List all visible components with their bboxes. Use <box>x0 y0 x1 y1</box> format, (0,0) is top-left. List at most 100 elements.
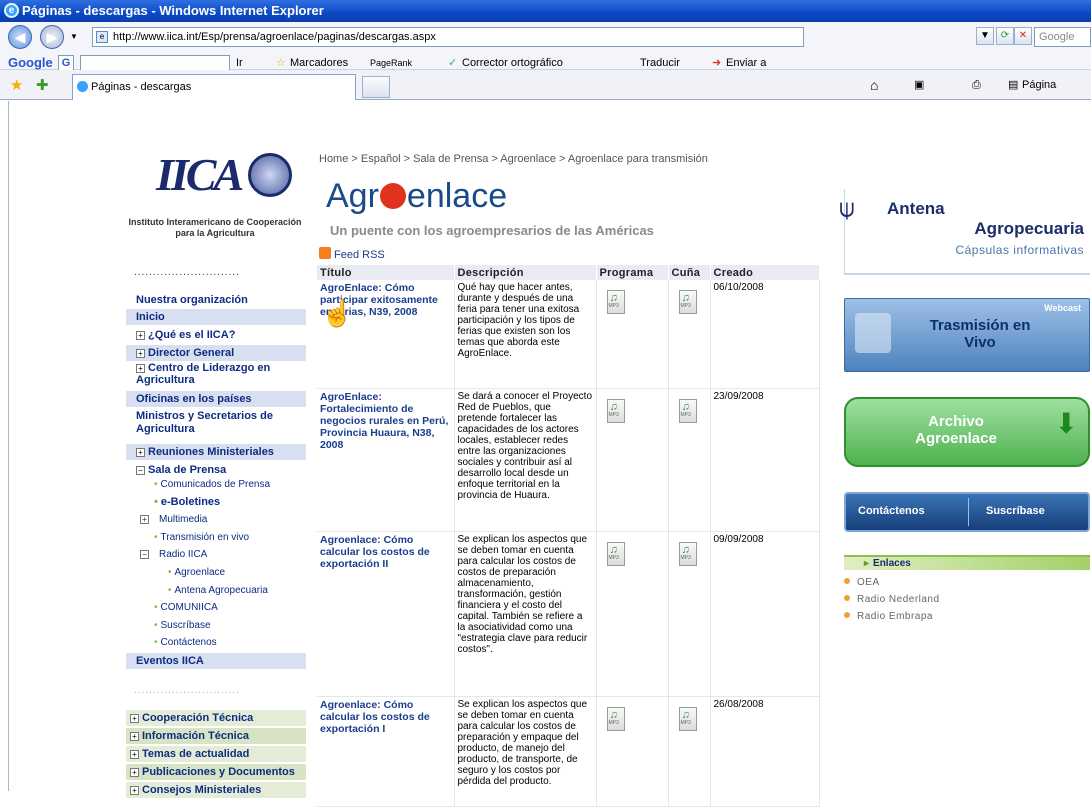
bullet-icon: • <box>154 496 158 508</box>
row-title-link[interactable]: Agroenlace: Cómo calcular los costos de … <box>317 531 455 697</box>
main-content: Home > Español > Sala de Prensa > Agroen… <box>312 129 822 807</box>
nav-inicio[interactable]: Inicio <box>126 309 306 325</box>
breadcrumb[interactable]: Home > Español > Sala de Prensa > Agroen… <box>319 153 708 165</box>
nav-antena[interactable]: • Antena Agropecuaria <box>168 584 328 598</box>
nav-comunicados[interactable]: • Comunicados de Prensa <box>154 478 314 492</box>
collapse-icon[interactable]: − <box>140 550 149 559</box>
divider-dots: ............................ <box>134 685 240 696</box>
row-date: 23/09/2008 <box>710 388 820 532</box>
expand-icon[interactable]: + <box>130 732 139 741</box>
column-header-description[interactable]: Descripción <box>454 265 597 280</box>
forward-button[interactable]: ▶ <box>40 25 64 49</box>
row-title-link[interactable]: AgroEnlace: Cómo participar exitosamente… <box>317 280 455 389</box>
add-favorites-icon[interactable]: ✚ <box>36 76 49 94</box>
mp3-program-icon[interactable]: ♫ MP3 <box>606 706 625 731</box>
expand-icon[interactable]: + <box>130 750 139 759</box>
expand-icon[interactable]: + <box>130 714 139 723</box>
nav-eventos[interactable]: Eventos IICA <box>126 653 306 669</box>
nav-ministros[interactable]: Ministros y Secretarios de Agricultura <box>126 410 306 436</box>
expand-icon[interactable]: + <box>136 448 145 457</box>
nav-publicaciones[interactable]: + Publicaciones y Documentos <box>126 764 306 780</box>
mp3-cuna-icon[interactable]: ♫ MP3 <box>678 290 697 314</box>
column-header-created[interactable]: Creado <box>710 265 820 280</box>
page-menu[interactable]: Página <box>1022 76 1056 94</box>
print-icon[interactable]: ⎙ <box>972 76 981 94</box>
column-header-cuna[interactable]: Cuña <box>668 265 711 280</box>
webcast-tag: Webcast <box>1044 303 1081 313</box>
mp3-cuna-icon[interactable]: ♫ MP3 <box>678 541 697 566</box>
nav-consejos[interactable]: + Consejos Ministeriales <box>126 782 306 798</box>
webcast-banner[interactable]: Webcast Trasmisión en Vivo <box>844 298 1090 372</box>
favorites-star-icon[interactable]: ★ <box>10 76 23 94</box>
google-g-icon[interactable]: G <box>58 55 74 71</box>
nav-suscribase[interactable]: • Suscríbase <box>154 619 314 633</box>
command-bar: ⌂ ▣ ⎙ ▤ Página <box>860 76 1091 96</box>
row-title-link[interactable]: AgroEnlace: Fortalecimiento de negocios … <box>317 388 455 532</box>
link-oea[interactable]: OEA <box>844 577 880 588</box>
stop-button[interactable]: ✕ <box>1014 27 1032 45</box>
nav-que-es-iica[interactable]: + ¿Qué es el IICA? <box>126 327 306 343</box>
nav-label: COMUNIICA <box>160 602 218 613</box>
expand-icon[interactable]: + <box>136 364 145 373</box>
history-dropdown-icon[interactable]: ▼ <box>70 32 78 41</box>
nav-contactenos[interactable]: • Contáctenos <box>154 636 314 650</box>
nav-director-general[interactable]: + Director General <box>126 345 306 361</box>
bullet-icon <box>844 578 850 584</box>
nav-multimedia[interactable]: + Multimedia <box>140 513 300 527</box>
search-input[interactable]: Google <box>1034 27 1091 47</box>
nav-label: Director General <box>148 347 235 359</box>
nav-radio-iica[interactable]: − Radio IICA <box>140 548 300 562</box>
tab-active[interactable]: Páginas - descargas <box>72 74 356 100</box>
feeds-icon[interactable]: ▣ <box>914 76 924 94</box>
address-field[interactable]: e http://www.iica.int/Esp/prensa/agroenl… <box>92 27 804 47</box>
expand-icon[interactable]: + <box>136 331 145 340</box>
column-header-program[interactable]: Programa <box>596 265 669 280</box>
row-title-link[interactable]: Agroenlace: Cómo calcular los costos de … <box>317 696 455 807</box>
institute-name: Instituto Interamericano de Cooperación … <box>128 217 302 238</box>
expand-icon[interactable]: + <box>136 349 145 358</box>
home-icon[interactable]: ⌂ <box>870 76 878 94</box>
nav-comuniica[interactable]: • COMUNIICA <box>154 601 314 615</box>
address-url: http://www.iica.int/Esp/prensa/agroenlac… <box>113 31 436 43</box>
nav-temas[interactable]: + Temas de actualidad <box>126 746 306 762</box>
new-tab-button[interactable] <box>362 76 390 98</box>
link-radio-nederland[interactable]: Radio Nederland <box>844 594 940 605</box>
rss-feed-link[interactable]: Feed RSS <box>319 247 385 261</box>
nav-sala-prensa[interactable]: − Sala de Prensa <box>126 462 306 478</box>
nav-e-boletines[interactable]: • e-Boletines <box>154 495 314 509</box>
program-cell: ♫ MP3 <box>596 696 669 807</box>
column-header-title[interactable]: Título <box>317 265 455 280</box>
nav-agroenlace[interactable]: • Agroenlace <box>168 566 328 580</box>
archivo-agroenlace-banner[interactable]: Archivo Agroenlace ⬇ <box>844 397 1090 467</box>
arrow-right-icon: ▸ <box>864 558 870 569</box>
suscribase-button[interactable]: Suscríbase <box>986 505 1045 517</box>
page-icon: e <box>96 31 108 43</box>
mp3-cuna-icon[interactable]: ♫ MP3 <box>678 398 697 423</box>
nav-nuestra-organizacion[interactable]: Nuestra organización <box>126 292 306 308</box>
mp3-program-icon[interactable]: ♫ MP3 <box>606 398 625 423</box>
mp3-program-icon[interactable]: ♫ MP3 <box>606 541 625 566</box>
mp3-cuna-icon[interactable]: ♫ MP3 <box>678 706 697 731</box>
expand-icon[interactable]: + <box>130 768 139 777</box>
nav-cooperacion[interactable]: + Cooperación Técnica <box>126 710 306 726</box>
nav-oficinas[interactable]: Oficinas en los países <box>126 391 306 407</box>
collapse-icon[interactable]: − <box>136 466 145 475</box>
refresh-button[interactable]: ⟳ <box>996 27 1014 45</box>
nav-reuniones[interactable]: + Reuniones Ministeriales <box>126 444 306 460</box>
expand-icon[interactable]: + <box>140 515 149 524</box>
address-dropdown-button[interactable]: ▼ <box>976 27 994 45</box>
brand-text-right: enlace <box>406 177 508 215</box>
cuna-cell: ♫ MP3 <box>668 696 711 807</box>
contactenos-button[interactable]: Contáctenos <box>858 505 925 517</box>
mp3-program-icon[interactable]: ♫ MP3 <box>606 290 625 314</box>
row-description: Se explican los aspectos que se deben to… <box>454 696 597 807</box>
nav-informacion[interactable]: + Información Técnica <box>126 728 306 744</box>
link-radio-embrapa[interactable]: Radio Embrapa <box>844 611 933 622</box>
nav-transmision[interactable]: • Transmisión en vivo <box>154 531 314 545</box>
row-date: 26/08/2008 <box>710 696 820 807</box>
google-search-input[interactable] <box>80 55 230 71</box>
iica-logo-text: IICA <box>156 149 244 200</box>
nav-centro-liderazgo[interactable]: + Centro de Liderazgo en Agricultura <box>126 362 306 386</box>
antena-agropecuaria-banner[interactable]: ⍦ Antena Agropecuaria Cápsulas informati… <box>839 189 1090 275</box>
back-button[interactable]: ◀ <box>8 25 32 49</box>
